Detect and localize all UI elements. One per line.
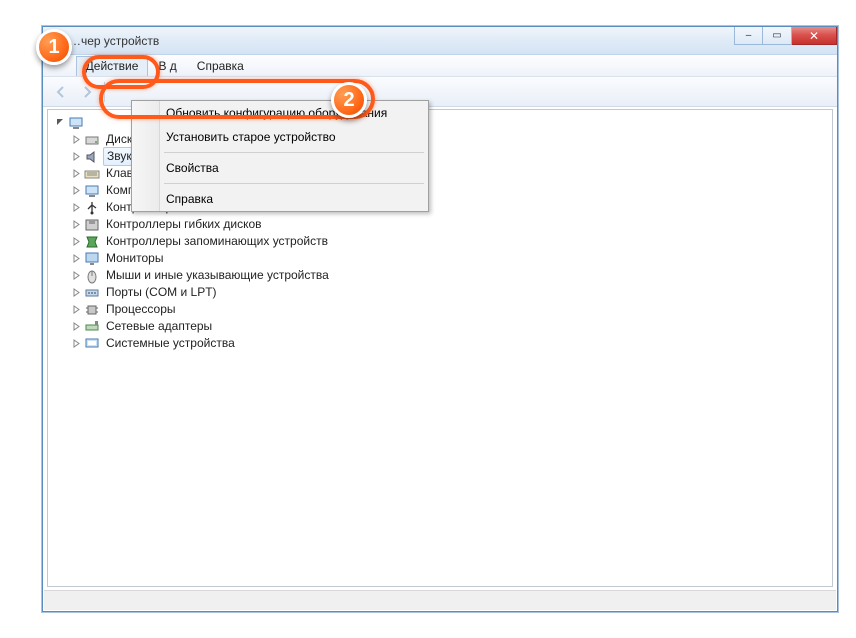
menu-separator bbox=[164, 183, 424, 184]
annotation-marker-2: 2 bbox=[331, 82, 367, 118]
annotation-marker-1: 1 bbox=[36, 29, 72, 65]
floppy-controller-icon bbox=[84, 217, 100, 233]
tree-label: Процессоры bbox=[104, 301, 178, 318]
tree-label: Мыши и иные указывающие устройства bbox=[104, 267, 331, 284]
monitor-icon bbox=[84, 251, 100, 267]
system-icon bbox=[84, 336, 100, 352]
window-controls: – ▭ ✕ bbox=[734, 27, 837, 45]
tree-node[interactable]: Порты (COM и LPT) bbox=[52, 284, 832, 301]
menu-separator bbox=[164, 152, 424, 153]
close-button[interactable]: ✕ bbox=[792, 27, 837, 45]
network-icon bbox=[84, 319, 100, 335]
mouse-icon bbox=[84, 268, 100, 284]
expander-icon[interactable] bbox=[70, 270, 82, 282]
disk-icon bbox=[84, 132, 100, 148]
tree-node[interactable]: Контроллеры запоминающих устройств bbox=[52, 233, 832, 250]
menu-item-add-legacy[interactable]: Установить старое устройство bbox=[132, 125, 428, 149]
tree-label: Контроллеры запоминающих устройств bbox=[104, 233, 330, 250]
tree-label: Мониторы bbox=[104, 250, 165, 267]
forward-button[interactable] bbox=[75, 80, 99, 104]
expander-icon[interactable] bbox=[70, 202, 82, 214]
tree-node[interactable]: Контроллеры гибких дисков bbox=[52, 216, 832, 233]
expander-icon[interactable] bbox=[70, 321, 82, 333]
maximize-button[interactable]: ▭ bbox=[763, 27, 792, 45]
expander-icon[interactable] bbox=[70, 236, 82, 248]
titlebar[interactable]: …чер устройств – ▭ ✕ bbox=[43, 27, 837, 55]
expander-icon[interactable] bbox=[70, 338, 82, 350]
tree-label: Контроллеры гибких дисков bbox=[104, 216, 264, 233]
status-bar bbox=[44, 590, 836, 610]
expander-icon[interactable] bbox=[70, 287, 82, 299]
keyboard-icon bbox=[84, 166, 100, 182]
minimize-button[interactable]: – bbox=[734, 27, 763, 45]
usb-icon bbox=[84, 200, 100, 216]
menu-item-scan-hardware[interactable]: Обновить конфигурацию оборудования bbox=[132, 101, 428, 125]
tree-label: Системные устройства bbox=[104, 335, 237, 352]
device-manager-window: …чер устройств – ▭ ✕ C Действие В д Спра… bbox=[42, 26, 838, 612]
menu-view[interactable]: В д bbox=[148, 56, 186, 76]
menu-item-properties[interactable]: Свойства bbox=[132, 156, 428, 180]
expander-icon[interactable] bbox=[70, 219, 82, 231]
port-icon bbox=[84, 285, 100, 301]
expander-icon[interactable] bbox=[70, 304, 82, 316]
toolbar-separator bbox=[104, 82, 105, 102]
window-title: …чер устройств bbox=[69, 34, 159, 48]
tree-node[interactable]: Мыши и иные указывающие устройства bbox=[52, 267, 832, 284]
cpu-icon bbox=[84, 302, 100, 318]
menu-action[interactable]: Действие bbox=[76, 56, 149, 76]
back-button[interactable] bbox=[49, 80, 73, 104]
expander-icon[interactable] bbox=[70, 134, 82, 146]
action-menu-dropdown: Обновить конфигурацию оборудования Устан… bbox=[131, 100, 429, 212]
menu-bar: C Действие В д Справка bbox=[43, 55, 837, 77]
tree-node[interactable]: Системные устройства bbox=[52, 335, 832, 352]
computer-icon bbox=[68, 115, 84, 131]
menu-help[interactable]: Справка bbox=[187, 56, 254, 76]
computer-icon bbox=[84, 183, 100, 199]
sound-icon bbox=[84, 149, 100, 165]
expander-icon[interactable] bbox=[70, 151, 82, 163]
tree-label: Сетевые адаптеры bbox=[104, 318, 214, 335]
tree-node[interactable]: Сетевые адаптеры bbox=[52, 318, 832, 335]
expander-icon[interactable] bbox=[70, 185, 82, 197]
storage-controller-icon bbox=[84, 234, 100, 250]
expander-icon[interactable] bbox=[70, 168, 82, 180]
tree-node[interactable]: Процессоры bbox=[52, 301, 832, 318]
tree-node[interactable]: Мониторы bbox=[52, 250, 832, 267]
expander-icon[interactable] bbox=[70, 253, 82, 265]
tree-label: Порты (COM и LPT) bbox=[104, 284, 219, 301]
expander-icon[interactable] bbox=[54, 117, 66, 129]
menu-item-help[interactable]: Справка bbox=[132, 187, 428, 211]
